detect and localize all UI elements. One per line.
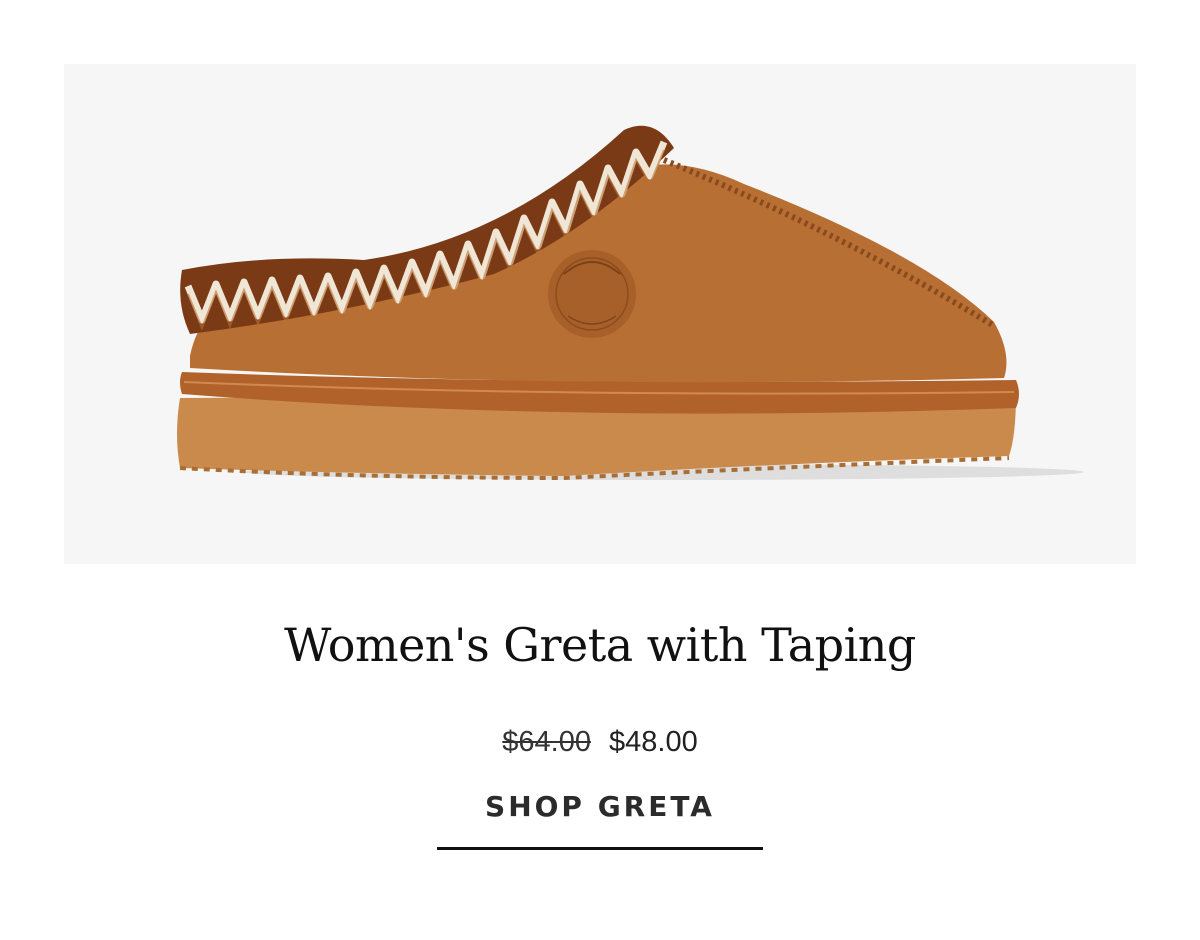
original-price: $64.00 xyxy=(502,726,591,758)
price-row: $64.00 $48.00 xyxy=(0,726,1200,759)
product-title: Women's Greta with Taping xyxy=(284,618,916,672)
sale-price: $48.00 xyxy=(609,726,698,758)
shop-greta-button[interactable]: SHOP GRETA xyxy=(437,790,763,850)
product-image[interactable] xyxy=(64,64,1136,564)
